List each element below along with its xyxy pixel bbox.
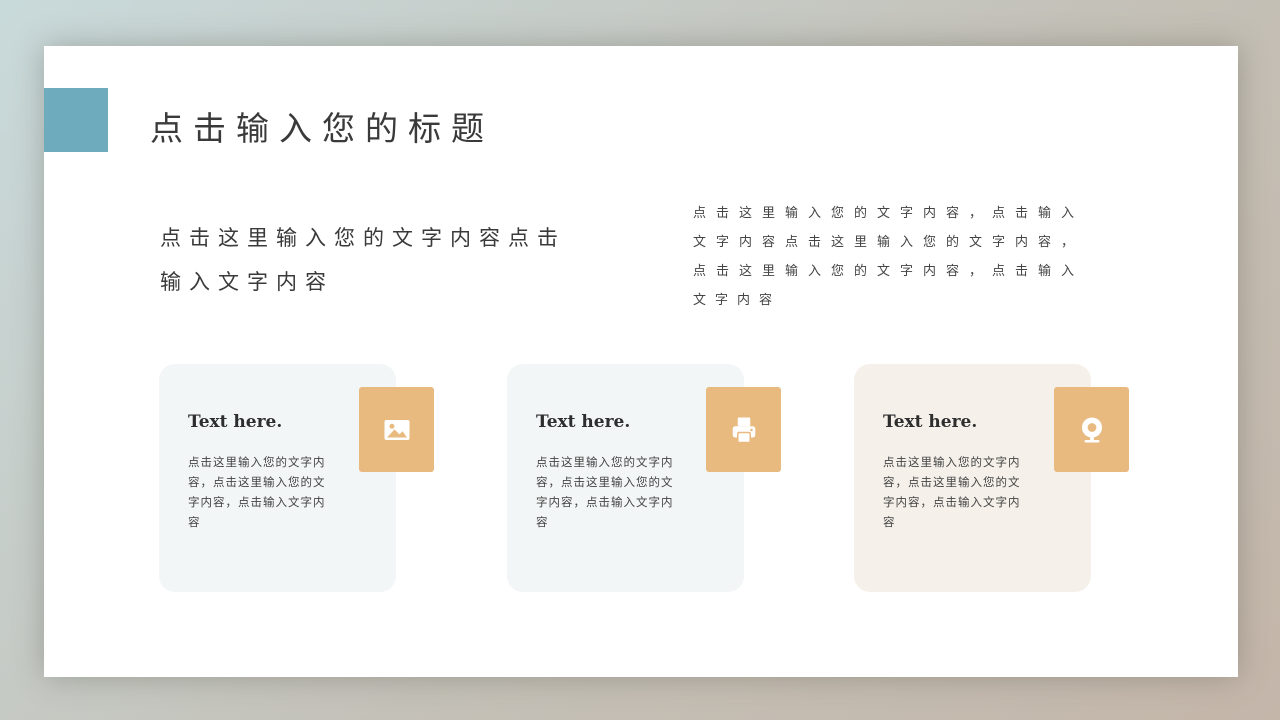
card-body[interactable]: 点击这里输入您的文字内容，点击这里输入您的文字内容，点击输入文字内容 (188, 452, 332, 532)
slide: 点击输入您的标题 点击这里输入您的文字内容点击输入文字内容 点击这里输入您的文字… (44, 46, 1238, 677)
printer-icon (732, 417, 755, 443)
card-body[interactable]: 点击这里输入您的文字内容，点击这里输入您的文字内容，点击输入文字内容 (883, 452, 1027, 532)
card-heading[interactable]: Text here. (188, 412, 282, 432)
card-heading[interactable]: Text here. (536, 412, 630, 432)
side-text[interactable]: 点击这里输入您的文字内容，点击输入文字内容点击这里输入您的文字内容，点击这里输入… (693, 199, 1083, 315)
image-icon (384, 419, 409, 440)
card-3-icon-box (1054, 387, 1129, 472)
title-accent-square (44, 88, 108, 152)
webcam-icon (1081, 417, 1102, 442)
card-body[interactable]: 点击这里输入您的文字内容，点击这里输入您的文字内容，点击输入文字内容 (536, 452, 680, 532)
slide-title[interactable]: 点击输入您的标题 (150, 102, 494, 150)
card-1-icon-box (359, 387, 434, 472)
card-2-icon-box (706, 387, 781, 472)
lead-text[interactable]: 点击这里输入您的文字内容点击输入文字内容 (160, 216, 580, 304)
card-heading[interactable]: Text here. (883, 412, 977, 432)
